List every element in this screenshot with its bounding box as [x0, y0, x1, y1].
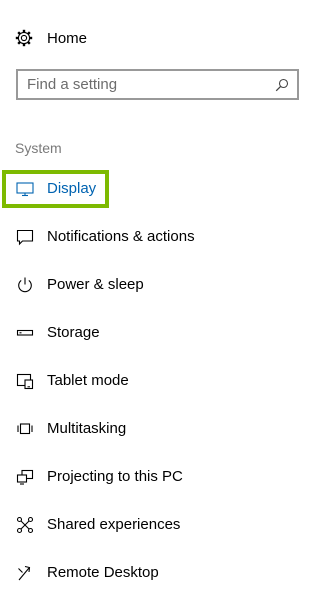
gear-icon	[14, 28, 34, 48]
remote-desktop-icon	[15, 563, 35, 583]
shared-experiences-icon	[15, 515, 35, 535]
nav-item-shared-experiences[interactable]: Shared experiences	[0, 502, 311, 550]
nav-item-label: Projecting to this PC	[47, 468, 183, 485]
storage-drive-icon	[15, 323, 35, 343]
search-box[interactable]	[16, 69, 299, 100]
nav-item-projecting[interactable]: Projecting to this PC	[0, 454, 311, 502]
nav-item-label: Remote Desktop	[47, 564, 159, 581]
nav-item-remote-desktop[interactable]: Remote Desktop	[0, 550, 311, 598]
nav-item-label: Tablet mode	[47, 372, 129, 389]
speech-bubble-icon	[15, 227, 35, 247]
tablet-mode-icon	[15, 371, 35, 391]
nav-item-label: Storage	[47, 324, 100, 341]
nav-item-notifications[interactable]: Notifications & actions	[0, 214, 311, 262]
nav-item-label: Notifications & actions	[47, 228, 195, 245]
nav-item-display[interactable]: Display	[0, 166, 311, 214]
multitasking-icon	[15, 419, 35, 439]
search-icon[interactable]	[273, 76, 291, 94]
projecting-icon	[15, 467, 35, 487]
system-nav-list: Display Notifications & actions Power & …	[0, 166, 311, 598]
monitor-icon	[15, 179, 35, 199]
nav-item-multitasking[interactable]: Multitasking	[0, 406, 311, 454]
nav-item-label: Power & sleep	[47, 276, 144, 293]
nav-item-tablet-mode[interactable]: Tablet mode	[0, 358, 311, 406]
nav-item-storage[interactable]: Storage	[0, 310, 311, 358]
section-title-system: System	[15, 140, 62, 156]
power-icon	[15, 275, 35, 295]
nav-item-label: Multitasking	[47, 420, 127, 437]
home-label: Home	[47, 29, 88, 47]
search-input[interactable]	[18, 71, 273, 98]
nav-item-label: Display	[47, 180, 97, 197]
home-link[interactable]: Home	[14, 26, 87, 50]
nav-item-label: Shared experiences	[47, 516, 181, 533]
nav-item-power-sleep[interactable]: Power & sleep	[0, 262, 311, 310]
